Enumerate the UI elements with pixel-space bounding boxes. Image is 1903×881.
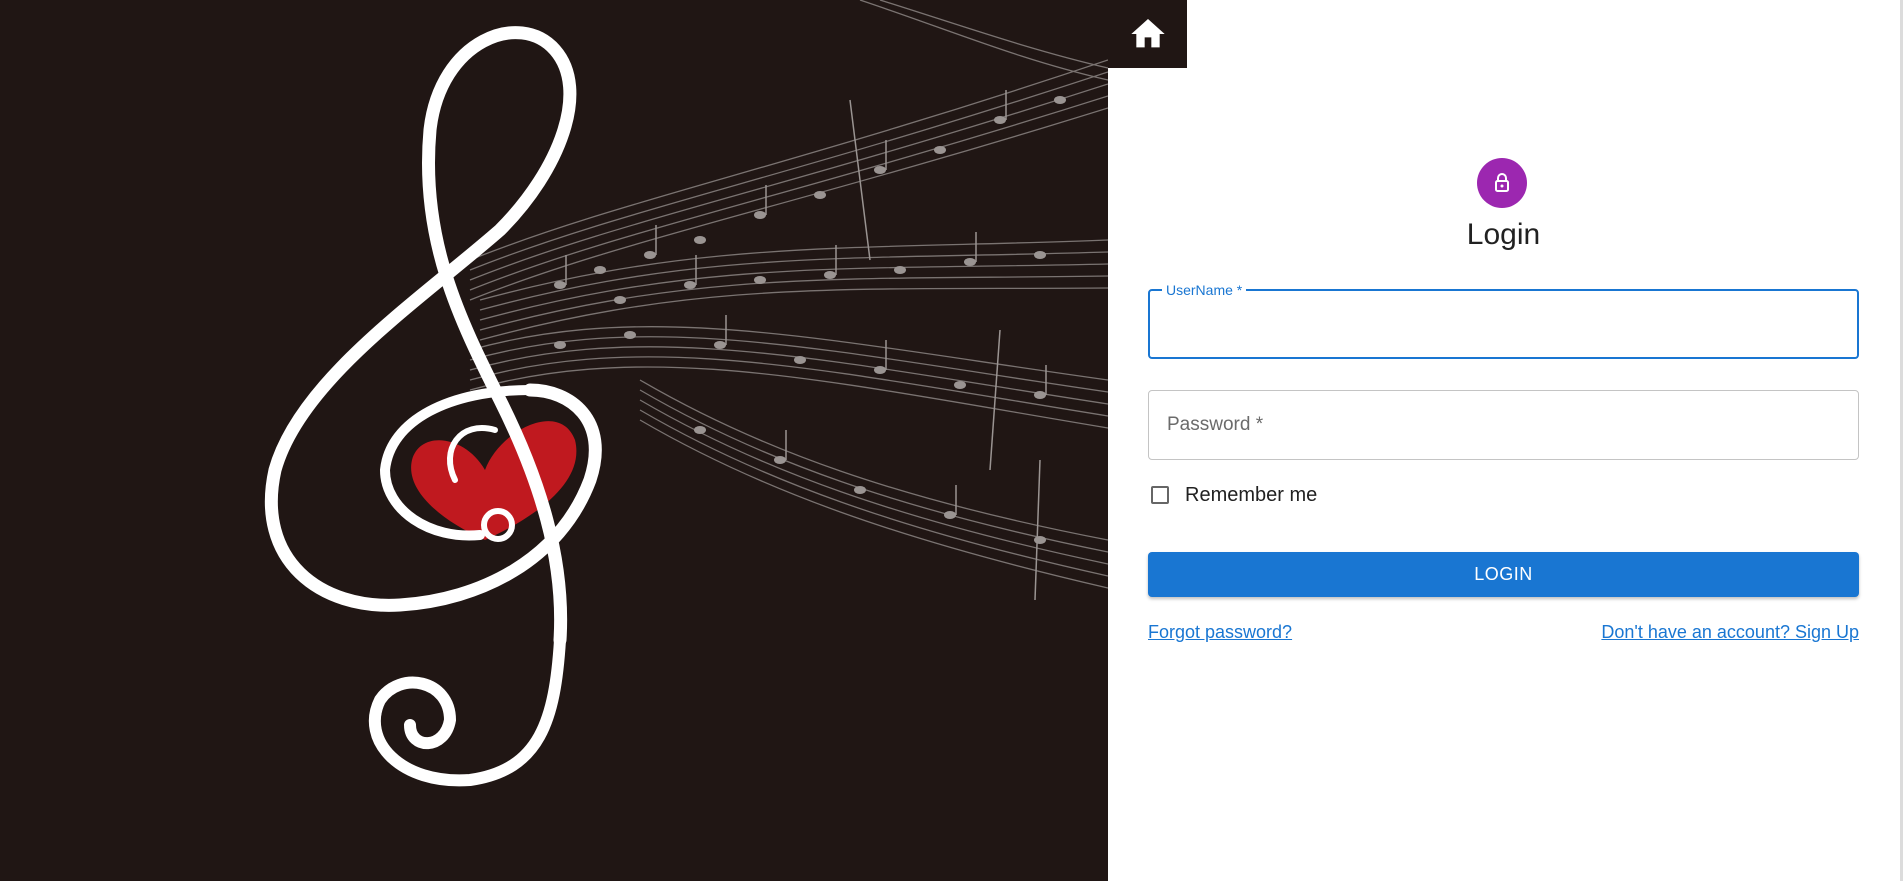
treble-clef-illustration <box>264 0 1108 787</box>
treble-clef <box>264 26 602 787</box>
remember-me[interactable]: Remember me <box>1148 483 1317 507</box>
password-field[interactable] <box>1148 390 1859 460</box>
lock-icon <box>1495 173 1509 192</box>
remember-label: Remember me <box>1185 483 1318 506</box>
username-field[interactable]: UserName * <box>1148 282 1859 359</box>
page-title: Login <box>1466 218 1541 251</box>
password-input[interactable] <box>1165 391 1839 459</box>
hero-image <box>0 0 1108 881</box>
forgot-password-link[interactable]: Forgot password? <box>1148 622 1292 643</box>
login-panel: Login UserName * Remember me LOGIN Forgo… <box>1148 0 1859 881</box>
remember-checkbox[interactable] <box>1151 486 1169 504</box>
note-stems <box>565 90 1047 601</box>
username-input[interactable] <box>1166 291 1840 359</box>
avatar <box>1477 158 1527 208</box>
login-button[interactable]: LOGIN <box>1148 552 1859 597</box>
signup-link[interactable]: Don't have an account? Sign Up <box>1601 622 1859 643</box>
